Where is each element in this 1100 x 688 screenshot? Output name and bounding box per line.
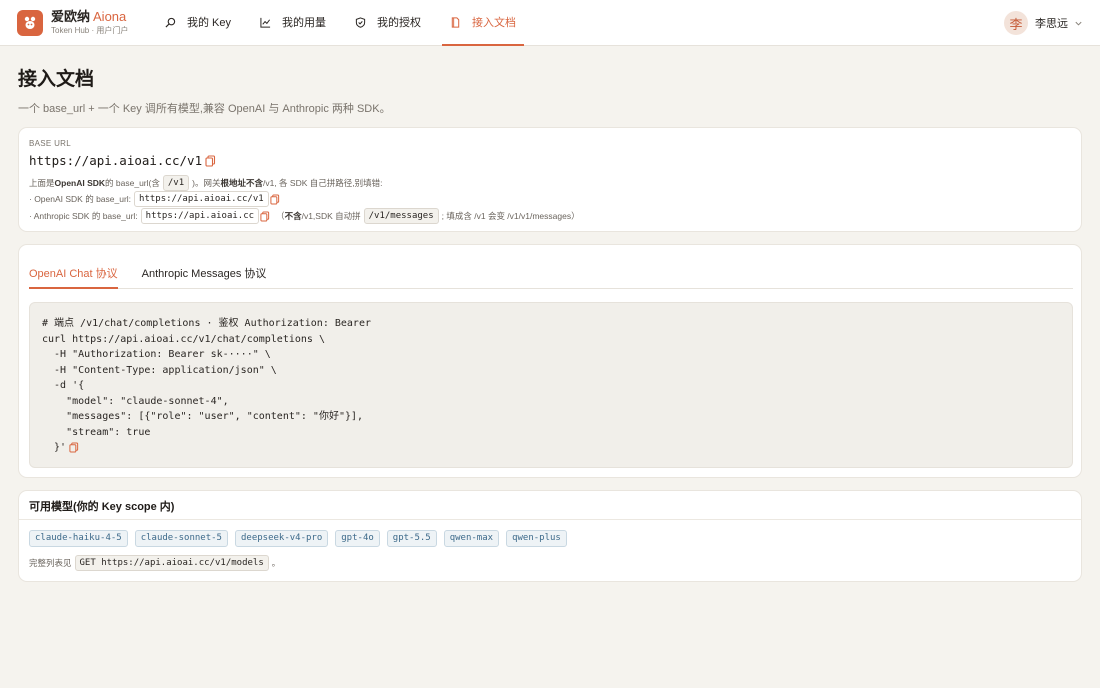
model-chip[interactable]: qwen-plus <box>506 530 567 547</box>
document-icon <box>451 16 460 28</box>
brand-name-en: Aiona <box>93 9 127 24</box>
brand-subtitle: Token Hub · 用户门户 <box>51 26 129 35</box>
code-line: }' <box>42 442 67 453</box>
note-text-bold: 根地址不含 <box>220 178 263 188</box>
note-text: /v1,SDK 自动拼 <box>301 211 361 221</box>
note-text: /v1, 各 SDK 自己拼路径,别填错: <box>262 178 383 188</box>
model-chip[interactable]: gpt-4o <box>335 530 380 547</box>
nav-my-usage[interactable]: 我的用量 <box>252 0 334 46</box>
note-text-bold: OpenAI SDK <box>54 178 106 188</box>
note-text: （ <box>276 211 285 221</box>
search-icon <box>165 17 176 28</box>
model-chip[interactable]: qwen-max <box>443 530 500 547</box>
nav-my-authorization[interactable]: 我的授权 <box>347 0 429 46</box>
model-chip[interactable]: claude-haiku-4-5 <box>29 530 128 547</box>
code-line: # 端点 /v1/chat/completions · 鉴权 Authoriza… <box>42 318 371 329</box>
chart-icon <box>260 17 271 28</box>
page-title: 接入文档 <box>18 69 95 90</box>
user-name: 李思远 <box>1035 18 1068 30</box>
model-chip[interactable]: claude-sonnet-5 <box>134 530 228 547</box>
shield-icon <box>355 16 366 28</box>
code-chip: /v1/messages <box>363 208 439 224</box>
base-url-card: BASE URL https://api.aioai.cc/v1 上面是 Ope… <box>18 127 1082 232</box>
chevron-down-icon <box>1075 21 1082 26</box>
model-chip[interactable]: gpt-5.5 <box>386 530 437 547</box>
model-chips: claude-haiku-4-5 claude-sonnet-5 deepsee… <box>29 530 574 547</box>
code-line: -H "Authorization: Bearer sk-····" \ <box>42 349 271 360</box>
code-line: "model": "claude-sonnet-4", <box>42 395 229 407</box>
nav-label: 我的用量 <box>282 17 327 29</box>
note-text: 完整列表见 <box>29 558 72 568</box>
models-card: 可用模型(你的 Key scope 内) claude-haiku-4-5 cl… <box>18 490 1082 582</box>
protocol-tabs: OpenAI Chat 协议 Anthropic Messages 协议 <box>29 262 1073 289</box>
base-url-value: https://api.aioai.cc/v1 <box>29 153 203 168</box>
code-line: "stream": true <box>42 426 151 438</box>
note-text: )。网关 <box>192 178 221 188</box>
note-text: 的 base_url(含 <box>105 178 160 188</box>
code-block: # 端点 /v1/chat/completions · 鉴权 Authoriza… <box>29 302 1073 468</box>
base-note-anthropic: · Anthropic SDK 的 base_url: https://api.… <box>29 208 580 224</box>
base-note-1: 上面是 OpenAI SDK 的 base_url(含 /v1)。网关 根地址不含… <box>29 175 382 191</box>
brand-logo-icon <box>17 10 43 36</box>
page-subtitle: 一个 base_url + 一个 Key 调所有模型,兼容 OpenAI 与 A… <box>18 103 391 115</box>
openai-base-url-chip: https://api.aioai.cc/v1 <box>134 191 269 207</box>
models-endpoint-chip: GET https://api.aioai.cc/v1/models <box>74 555 269 571</box>
protocol-card: OpenAI Chat 协议 Anthropic Messages 协议 # 端… <box>18 244 1082 478</box>
tab-anthropic-messages[interactable]: Anthropic Messages 协议 <box>142 262 267 289</box>
models-title: 可用模型(你的 Key scope 内) <box>19 491 1081 520</box>
brand-name: 爱欧纳 <box>51 9 91 24</box>
note-text: 上面是 <box>29 178 55 188</box>
code-line: -d '{ <box>42 380 85 391</box>
note-text: · Anthropic SDK 的 base_url: <box>29 211 138 221</box>
user-menu[interactable]: 李 李思远 <box>1004 11 1083 35</box>
copy-icon[interactable] <box>205 154 216 167</box>
code-line: -H "Content-Type: application/json" \ <box>42 364 277 376</box>
brand[interactable]: 爱欧纳 Aiona Token Hub · 用户门户 <box>17 10 128 36</box>
nav-label: 接入文档 <box>472 17 517 29</box>
main-nav: 我的 Key 我的用量 我的授权 接入文档 <box>157 0 537 46</box>
code-line: "messages": [{"role": "user", "content":… <box>42 411 364 422</box>
note-text-bold: 不含 <box>284 211 302 221</box>
nav-docs[interactable]: 接入文档 <box>442 0 525 46</box>
note-text: · OpenAI SDK 的 base_url: <box>29 194 132 204</box>
copy-code-icon[interactable] <box>69 442 79 453</box>
tab-openai-chat[interactable]: OpenAI Chat 协议 <box>29 262 118 289</box>
nav-label: 我的 Key <box>187 17 232 29</box>
model-chip[interactable]: deepseek-v4-pro <box>234 530 329 547</box>
models-footnote: 完整列表见 GET https://api.aioai.cc/v1/models… <box>29 555 280 571</box>
code-last-line: }' <box>42 440 1060 456</box>
avatar: 李 <box>1004 11 1028 35</box>
top-bar: 爱欧纳 Aiona Token Hub · 用户门户 我的 Key 我的用量 我的… <box>0 0 1100 46</box>
base-url-label: BASE URL <box>29 139 71 148</box>
copy-icon[interactable] <box>270 193 280 205</box>
note-text: 。 <box>271 558 281 568</box>
code-chip: /v1 <box>162 175 190 191</box>
note-text: ; 填成含 /v1 会变 /v1/v1/messages） <box>441 211 580 221</box>
nav-label: 我的授权 <box>377 17 422 29</box>
copy-icon[interactable] <box>260 210 270 222</box>
base-note-openai: · OpenAI SDK 的 base_url: https://api.aio… <box>29 191 280 207</box>
nav-my-keys[interactable]: 我的 Key <box>157 0 239 46</box>
code-line: curl https://api.aioai.cc/v1/chat/comple… <box>42 333 325 345</box>
anthropic-base-url-chip: https://api.aioai.cc <box>140 208 260 224</box>
